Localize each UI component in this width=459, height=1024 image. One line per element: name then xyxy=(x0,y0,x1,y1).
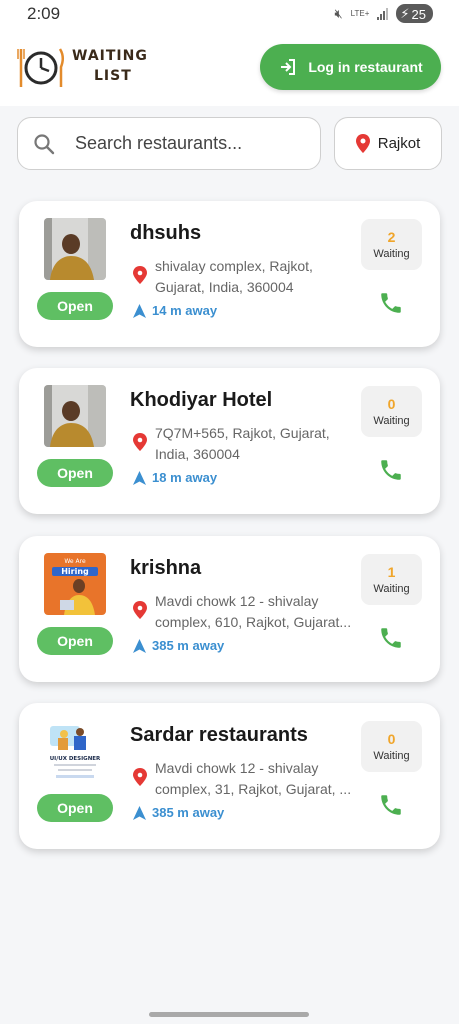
phone-icon[interactable] xyxy=(378,792,404,818)
status-time: 2:09 xyxy=(27,4,61,23)
signal-icon xyxy=(377,7,389,20)
restaurant-thumbnail xyxy=(44,218,106,280)
address-line-1: Mavdi chowk 12 - shivalay xyxy=(155,593,319,609)
restaurant-thumbnail: UI/UX DESIGNER xyxy=(44,720,106,782)
distance-text: 14 m away xyxy=(152,303,218,318)
waiting-counter: 0 Waiting xyxy=(361,721,422,772)
waiting-count: 0 xyxy=(387,396,396,412)
login-restaurant-button[interactable]: Log in restaurant xyxy=(260,44,441,90)
phone-icon[interactable] xyxy=(378,457,404,483)
address-pin-icon xyxy=(133,601,147,619)
open-status-badge: Open xyxy=(37,627,113,655)
location-pin-icon xyxy=(355,134,370,153)
restaurant-name[interactable]: Sardar restaurants xyxy=(130,724,308,747)
restaurant-thumbnail: We Are Hiring xyxy=(44,553,106,615)
app-logo-text: WAITING LIST xyxy=(72,46,148,86)
clock-logo-icon xyxy=(17,48,64,87)
waiting-label: Waiting xyxy=(373,415,410,427)
home-indicator[interactable] xyxy=(149,1012,309,1017)
hiring-poster-text-2: Hiring xyxy=(61,567,89,576)
waiting-label: Waiting xyxy=(373,248,410,260)
address-line-1: 7Q7M+565, Rajkot, Gujarat, xyxy=(155,425,330,441)
restaurant-address: shivalay complex, Rajkot, Gujarat, India… xyxy=(155,256,367,298)
waiting-counter: 1 Waiting xyxy=(361,554,422,605)
logo-line-2: LIST xyxy=(94,68,132,84)
distance-text: 18 m away xyxy=(152,470,218,485)
navigation-arrow-icon xyxy=(133,304,146,318)
network-type: LTE+ xyxy=(350,8,370,18)
restaurant-card[interactable]: UI/UX DESIGNER Open Sardar restaurants M… xyxy=(19,703,440,849)
navigation-arrow-icon xyxy=(133,639,146,653)
restaurant-name[interactable]: Khodiyar Hotel xyxy=(130,389,272,412)
search-input[interactable] xyxy=(75,133,305,154)
logo-line-1: WAITING xyxy=(72,48,148,64)
waiting-label: Waiting xyxy=(373,583,410,595)
restaurant-card[interactable]: We Are Hiring Open krishna Mavdi chowk 1… xyxy=(19,536,440,682)
distance-text: 385 m away xyxy=(152,638,225,653)
app-header: WAITING LIST Log in restaurant xyxy=(0,28,459,106)
address-line-1: shivalay complex, Rajkot, xyxy=(155,258,313,274)
address-pin-icon xyxy=(133,768,147,786)
address-line-1: Mavdi chowk 12 - shivalay xyxy=(155,760,319,776)
restaurant-address: Mavdi chowk 12 - shivalay complex, 31, R… xyxy=(155,758,367,800)
location-selector[interactable]: Rajkot xyxy=(334,117,442,170)
waiting-label: Waiting xyxy=(373,750,410,762)
waiting-count: 1 xyxy=(387,564,396,580)
status-icons: 🔇︎ LTE+ ⚡︎ 25 xyxy=(334,4,433,23)
waiting-counter: 2 Waiting xyxy=(361,219,422,270)
open-status-badge: Open xyxy=(37,459,113,487)
search-bar[interactable] xyxy=(17,117,321,170)
search-icon xyxy=(34,133,55,154)
navigation-arrow-icon xyxy=(133,806,146,820)
open-status-badge: Open xyxy=(37,292,113,320)
person-photo-icon xyxy=(44,218,106,280)
battery-indicator: ⚡︎ 25 xyxy=(396,4,433,23)
address-line-2: complex, 610, Rajkot, Gujarat... xyxy=(155,614,352,630)
address-pin-icon xyxy=(133,266,147,284)
restaurant-card[interactable]: Open dhsuhs shivalay complex, Rajkot, Gu… xyxy=(19,201,440,347)
restaurant-name[interactable]: dhsuhs xyxy=(130,222,201,245)
address-line-2: India, 360004 xyxy=(155,446,240,462)
hiring-poster-text-1: We Are xyxy=(64,558,86,565)
charging-icon: ⚡︎ xyxy=(400,6,410,21)
waiting-counter: 0 Waiting xyxy=(361,386,422,437)
address-pin-icon xyxy=(133,433,147,451)
battery-level: 25 xyxy=(411,6,426,22)
hiring-poster-icon: We Are Hiring xyxy=(44,553,106,615)
designer-poster-text: UI/UX DESIGNER xyxy=(50,756,101,762)
phone-icon[interactable] xyxy=(378,625,404,651)
phone-icon[interactable] xyxy=(378,290,404,316)
login-icon xyxy=(281,59,296,75)
mute-icon: 🔇︎ xyxy=(334,5,343,21)
address-line-2: Gujarat, India, 360004 xyxy=(155,279,294,295)
waiting-count: 0 xyxy=(387,731,396,747)
location-city: Rajkot xyxy=(377,135,421,152)
open-status-badge: Open xyxy=(37,794,113,822)
restaurant-card[interactable]: Open Khodiyar Hotel 7Q7M+565, Rajkot, Gu… xyxy=(19,368,440,514)
waiting-count: 2 xyxy=(387,229,396,245)
restaurant-name[interactable]: krishna xyxy=(130,557,201,580)
status-bar: 2:09 🔇︎ LTE+ ⚡︎ 25 xyxy=(0,0,459,28)
designer-poster-icon: UI/UX DESIGNER xyxy=(44,720,106,782)
person-photo-icon xyxy=(44,385,106,447)
navigation-arrow-icon xyxy=(133,471,146,485)
restaurant-thumbnail xyxy=(44,385,106,447)
distance-text: 385 m away xyxy=(152,805,225,820)
address-line-2: complex, 31, Rajkot, Gujarat, ... xyxy=(155,781,352,797)
login-button-label: Log in restaurant xyxy=(308,59,423,75)
restaurant-address: Mavdi chowk 12 - shivalay complex, 610, … xyxy=(155,591,367,633)
restaurant-address: 7Q7M+565, Rajkot, Gujarat, India, 360004 xyxy=(155,423,367,465)
